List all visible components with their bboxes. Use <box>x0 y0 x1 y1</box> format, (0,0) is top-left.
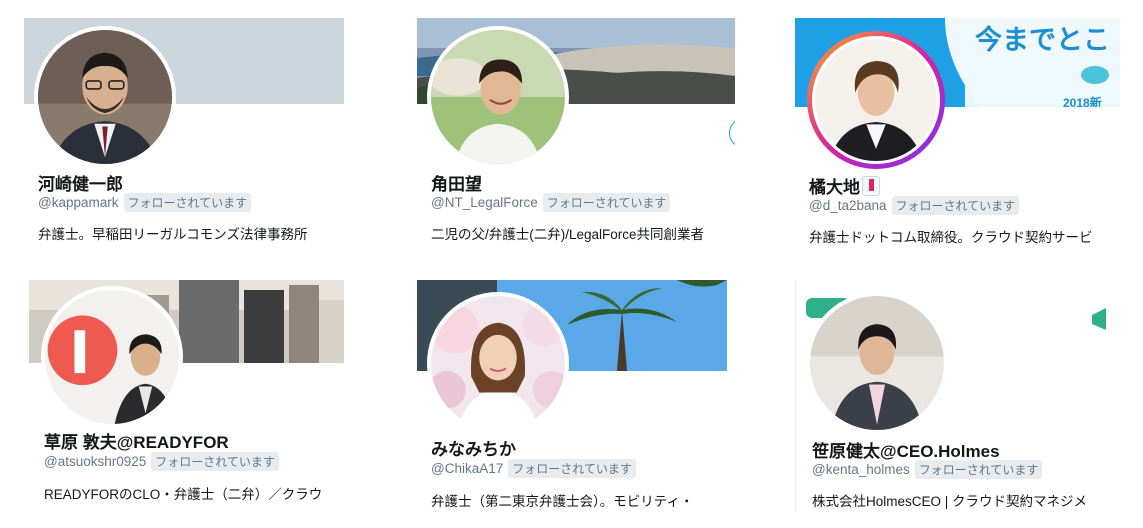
user-handle[interactable]: @atsuokshr0925 <box>44 454 146 469</box>
handle-row: @kappamark フォローされています <box>38 193 252 212</box>
display-name[interactable]: 河崎健一郎 <box>38 170 123 195</box>
follows-you-badge: フォローされています <box>508 459 636 478</box>
avatar[interactable] <box>427 26 569 168</box>
profile-card-kappamark[interactable]: 河崎健一郎 @kappamark フォローされています 弁護士。早稲田リーガルコ… <box>24 18 344 250</box>
profile-card-chikaa17[interactable]: みなみちか @ChikaA17 フォローされています 弁護士（第二東京弁護士会）… <box>417 280 735 512</box>
handle-row: @NT_LegalForce フォローされています <box>431 193 671 212</box>
handle-row: @d_ta2bana フォローされています <box>809 196 1020 215</box>
follows-you-badge: フォローされています <box>891 196 1020 215</box>
user-bio: 弁護士。早稲田リーガルコモンズ法律事務所 <box>38 227 308 242</box>
follows-you-badge: フォローされています <box>542 193 671 212</box>
follow-button[interactable] <box>729 118 735 148</box>
display-name[interactable]: 角田望 <box>431 170 482 195</box>
follows-you-badge: フォローされています <box>151 452 279 471</box>
profile-card-atsuokshr0925[interactable]: 草原 敦夫@READYFOR @atsuokshr0925 フォローされています… <box>29 280 344 508</box>
avatar[interactable] <box>806 292 948 434</box>
user-handle[interactable]: @NT_LegalForce <box>431 195 538 210</box>
display-name[interactable]: 草原 敦夫@READYFOR <box>44 428 229 453</box>
display-name[interactable]: みなみちか <box>431 435 516 460</box>
handle-row: @atsuokshr0925 フォローされています <box>44 452 279 471</box>
user-handle[interactable]: @kappamark <box>38 195 119 210</box>
avatar[interactable] <box>41 286 183 428</box>
avatar[interactable] <box>34 26 176 168</box>
display-name[interactable]: 笹原健太@CEO.Holmes <box>812 437 1000 462</box>
display-name[interactable]: 橘大地 <box>809 173 880 198</box>
user-bio: 弁護士ドットコム取締役。クラウド契約サービ <box>809 230 1093 245</box>
avatar[interactable] <box>807 31 945 169</box>
user-handle[interactable]: @kenta_holmes <box>812 462 910 477</box>
handle-row: @ChikaA17 フォローされています <box>431 459 636 478</box>
user-handle[interactable]: @d_ta2bana <box>809 198 887 213</box>
profile-card-kenta-holmes[interactable]: 笹原健太@CEO.Holmes @kenta_holmes フォローされています… <box>795 280 1120 512</box>
profile-card-d-ta2bana[interactable]: 今までとこ 2018新 橘大地 @d_ta2bana フォローされています 弁護… <box>795 18 1120 250</box>
follows-you-badge: フォローされています <box>123 193 252 212</box>
profile-card-nt-legalforce[interactable]: 角田望 @NT_LegalForce フォローされています 二児の父/弁護士(二… <box>417 18 735 250</box>
display-name-text: 橘大地 <box>809 178 860 197</box>
bookmark-icon <box>862 176 880 196</box>
user-handle[interactable]: @ChikaA17 <box>431 461 503 476</box>
user-bio: READYFORのCLO・弁護士（二弁）／クラウ <box>44 487 323 502</box>
user-bio: 株式会社HolmesCEO | クラウド契約マネジメ <box>812 494 1088 509</box>
handle-row: @kenta_holmes フォローされています <box>812 460 1043 479</box>
banner-headline: 今までとこ <box>975 25 1110 55</box>
banner-subtext: 2018新 <box>1063 96 1102 107</box>
avatar[interactable] <box>427 292 569 434</box>
follows-you-badge: フォローされています <box>914 460 1043 479</box>
user-bio: 二児の父/弁護士(二弁)/LegalForce共同創業者 <box>431 227 705 242</box>
user-bio: 弁護士（第二東京弁護士会）。モビリティ・ <box>431 494 694 509</box>
